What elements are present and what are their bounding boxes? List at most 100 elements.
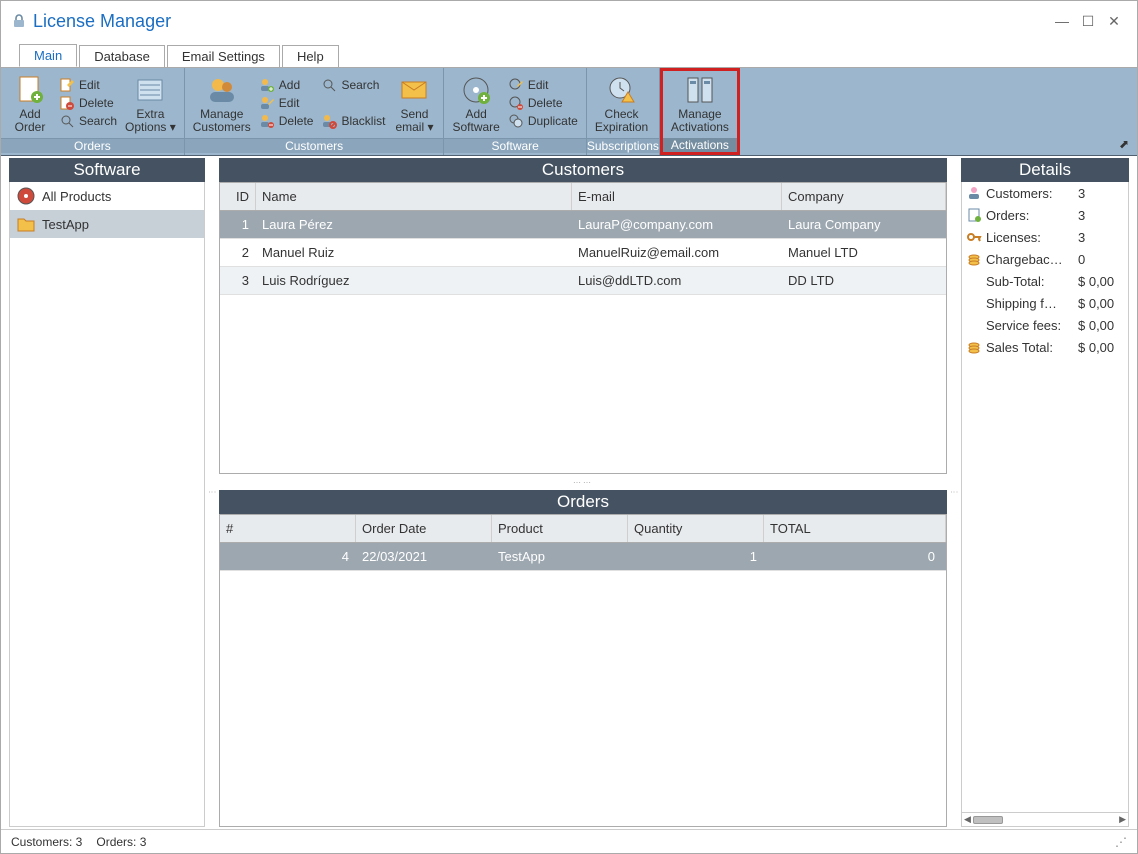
status-orders: Orders: 3 xyxy=(96,835,146,849)
orders-header: # Order Date Product Quantity TOTAL xyxy=(220,515,946,543)
sidebar-item-all-products[interactable]: All Products xyxy=(10,182,204,210)
sidebar-title: Software xyxy=(9,158,205,182)
app-window: License Manager — ☐ ✕ Main Database Emai… xyxy=(0,0,1138,854)
col-date[interactable]: Order Date xyxy=(356,515,492,542)
table-row[interactable]: 3Luis RodríguezLuis@ddLTD.comDD LTD xyxy=(220,267,946,295)
manage-activations-button[interactable]: ManageActivations xyxy=(667,73,733,136)
v-splitter[interactable]: ⋮ xyxy=(207,158,217,827)
table-row[interactable]: 422/03/2021TestApp10 xyxy=(220,543,946,571)
col-company[interactable]: Company xyxy=(782,183,946,210)
details-row: Customers:3 xyxy=(962,182,1128,204)
delete-customer-button[interactable]: Delete xyxy=(255,112,318,130)
software-sidebar: Software All Products TestApp xyxy=(9,158,205,827)
search-customer-button[interactable]: Search xyxy=(317,76,389,94)
user-add-icon xyxy=(259,77,275,93)
resize-grip-icon[interactable]: ⋰ xyxy=(1115,835,1127,849)
app-title: License Manager xyxy=(33,11,171,32)
customers-grid: ID Name E-mail Company 1Laura PérezLaura… xyxy=(219,182,947,474)
status-bar: Customers: 3 Orders: 3 ⋰ xyxy=(1,829,1137,853)
orders-grid: # Order Date Product Quantity TOTAL 422/… xyxy=(219,514,947,827)
blank-icon xyxy=(966,295,982,311)
tab-main[interactable]: Main xyxy=(19,44,77,67)
sidebar-item-label: All Products xyxy=(42,189,111,204)
col-id[interactable]: ID xyxy=(220,183,256,210)
add-customer-button[interactable]: Add xyxy=(255,76,318,94)
list-icon xyxy=(134,74,166,106)
duplicate-icon xyxy=(508,113,524,129)
col-product[interactable]: Product xyxy=(492,515,628,542)
col-num[interactable]: # xyxy=(220,515,356,542)
label: AddOrder xyxy=(15,108,46,134)
details-title: Details xyxy=(961,158,1129,182)
check-expiration-button[interactable]: CheckExpiration xyxy=(591,70,652,136)
tab-database[interactable]: Database xyxy=(79,45,165,67)
disc-delete-icon xyxy=(508,95,524,111)
chevron-down-icon: ▾ xyxy=(424,120,433,134)
ribbon-group-customers: ManageCustomers Add Edit Delete Search B… xyxy=(185,68,444,155)
delete-order-button[interactable]: Delete xyxy=(55,94,121,112)
v-splitter-right[interactable]: ⋮ xyxy=(949,158,959,827)
title-bar: License Manager — ☐ ✕ xyxy=(1,1,1137,41)
disc-icon xyxy=(16,186,36,206)
customers-header: ID Name E-mail Company xyxy=(220,183,946,211)
maximize-button[interactable]: ☐ xyxy=(1075,13,1101,30)
blank-icon xyxy=(966,317,982,333)
ribbon: AddOrder Edit Delete Search ExtraOptions… xyxy=(1,67,1137,156)
details-row: Sub-Total:$ 0,00 xyxy=(962,270,1128,292)
clock-warning-icon xyxy=(606,74,638,106)
sidebar-item-label: TestApp xyxy=(42,217,89,232)
ribbon-collapse-icon[interactable]: ⬈ xyxy=(1119,137,1129,151)
edit-customer-button[interactable]: Edit xyxy=(255,94,318,112)
edit-order-button[interactable]: Edit xyxy=(55,76,121,94)
blacklist-button[interactable]: Blacklist xyxy=(317,112,389,130)
add-order-button[interactable]: AddOrder xyxy=(5,70,55,136)
details-row: Licenses:3 xyxy=(962,226,1128,248)
table-row[interactable]: 2Manuel RuizManuelRuiz@email.comManuel L… xyxy=(220,239,946,267)
search-order-button[interactable]: Search xyxy=(55,112,121,130)
envelope-icon xyxy=(398,74,430,106)
edit-software-button[interactable]: Edit xyxy=(504,76,582,94)
lock-icon xyxy=(11,13,27,29)
minimize-button[interactable]: — xyxy=(1049,13,1075,29)
h-splitter[interactable]: ⋯⋯ xyxy=(219,474,947,490)
edit-icon xyxy=(59,77,75,93)
col-name[interactable]: Name xyxy=(256,183,572,210)
details-row: Sales Total:$ 0,00 xyxy=(962,336,1128,358)
add-software-button[interactable]: AddSoftware xyxy=(448,70,503,136)
tab-email-settings[interactable]: Email Settings xyxy=(167,45,280,67)
delete-software-button[interactable]: Delete xyxy=(504,94,582,112)
details-scrollbar[interactable]: ◀ ▶ xyxy=(962,812,1128,826)
details-panel: Details Customers:3Orders:3Licenses:3Cha… xyxy=(961,158,1129,827)
col-total[interactable]: TOTAL xyxy=(764,515,946,542)
ribbon-group-software: AddSoftware Edit Delete Duplicate Softwa… xyxy=(444,68,585,155)
customers-icon xyxy=(206,74,238,106)
group-label: Customers xyxy=(185,138,444,153)
add-order-icon xyxy=(14,74,46,106)
col-email[interactable]: E-mail xyxy=(572,183,782,210)
user-delete-icon xyxy=(259,113,275,129)
ribbon-tabs: Main Database Email Settings Help xyxy=(1,41,1137,67)
details-row: Service fees:$ 0,00 xyxy=(962,314,1128,336)
delete-icon xyxy=(59,95,75,111)
send-email-button[interactable]: Sendemail ▾ xyxy=(389,70,439,136)
sidebar-item-testapp[interactable]: TestApp xyxy=(10,210,204,238)
chevron-down-icon: ▾ xyxy=(166,120,175,134)
scroll-thumb[interactable] xyxy=(973,816,1003,824)
user-icon xyxy=(966,185,982,201)
ribbon-group-subscriptions: CheckExpiration Subscriptions xyxy=(587,68,659,155)
extra-options-button[interactable]: ExtraOptions ▾ xyxy=(121,70,180,136)
folder-icon xyxy=(16,214,36,234)
ribbon-group-orders: AddOrder Edit Delete Search ExtraOptions… xyxy=(1,68,184,155)
details-row: Chargebac…0 xyxy=(962,248,1128,270)
coins-icon xyxy=(966,251,982,267)
tab-help[interactable]: Help xyxy=(282,45,339,67)
manage-customers-button[interactable]: ManageCustomers xyxy=(189,70,255,136)
duplicate-software-button[interactable]: Duplicate xyxy=(504,112,582,130)
user-edit-icon xyxy=(259,95,275,111)
close-button[interactable]: ✕ xyxy=(1101,13,1127,30)
main-content: Software All Products TestApp ⋮ Customers… xyxy=(1,156,1137,829)
table-row[interactable]: 1Laura PérezLauraP@company.comLaura Comp… xyxy=(220,211,946,239)
doc-icon xyxy=(966,207,982,223)
col-qty[interactable]: Quantity xyxy=(628,515,764,542)
status-customers: Customers: 3 xyxy=(11,835,82,849)
